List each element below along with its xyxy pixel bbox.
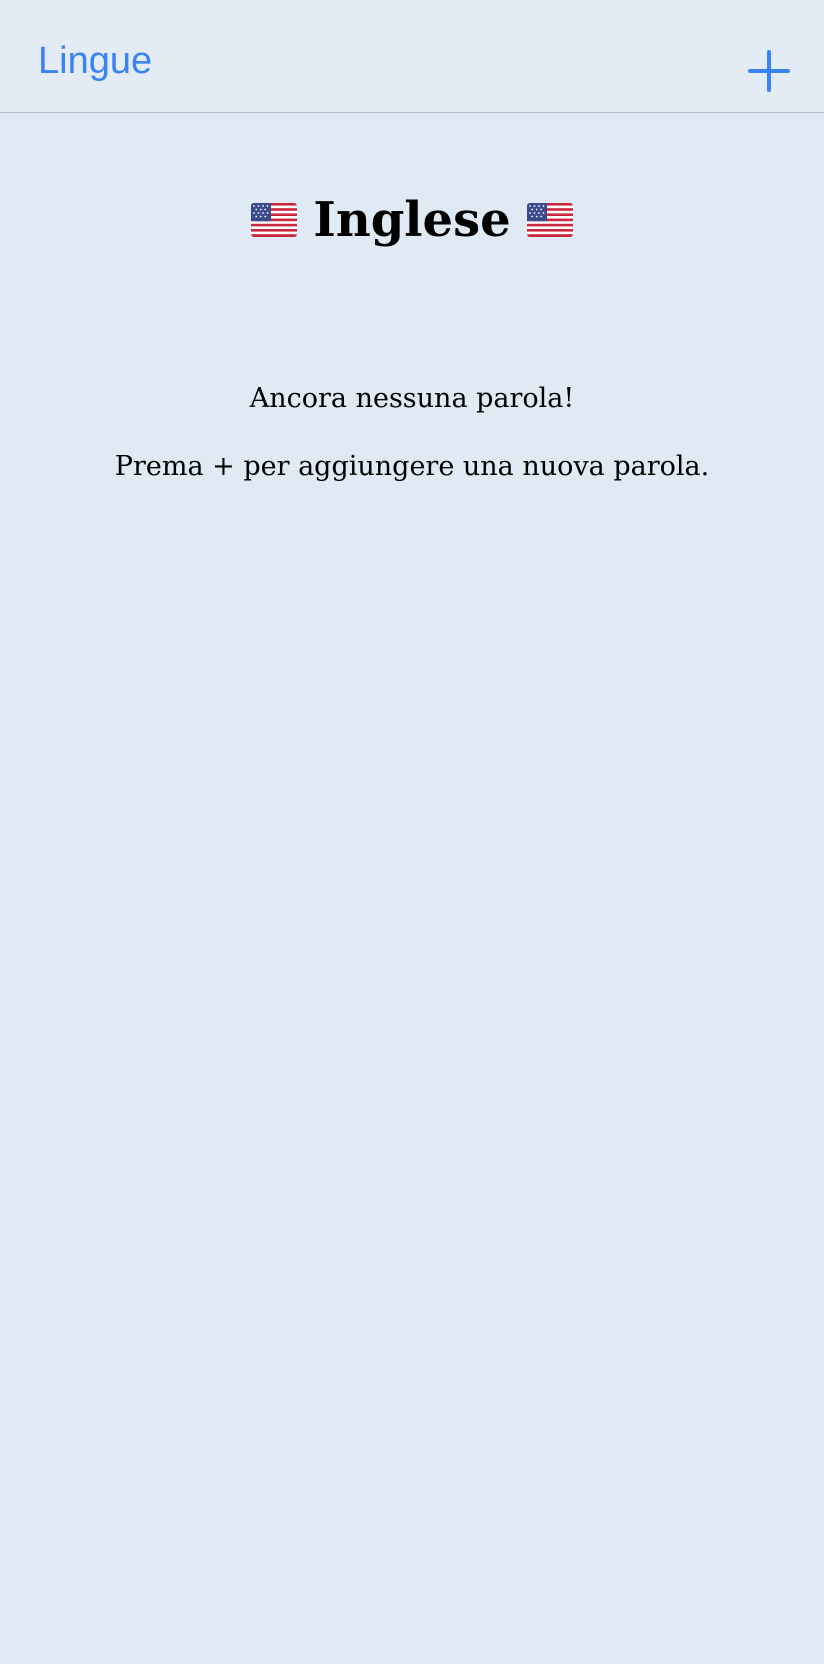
back-button-lingue[interactable]: Lingue xyxy=(38,42,152,80)
plus-icon xyxy=(748,50,790,92)
page-title-row: Inglese xyxy=(0,188,824,252)
us-flag-icon xyxy=(251,203,298,237)
us-flag-icon xyxy=(526,203,573,237)
empty-state-message: Ancora nessuna parola! xyxy=(249,383,575,414)
page-title: Inglese xyxy=(313,192,511,248)
add-word-button[interactable] xyxy=(747,49,791,93)
navigation-bar: Lingue xyxy=(0,0,824,113)
empty-state-hint: Prema + per aggiungere una nuova parola. xyxy=(114,451,710,482)
